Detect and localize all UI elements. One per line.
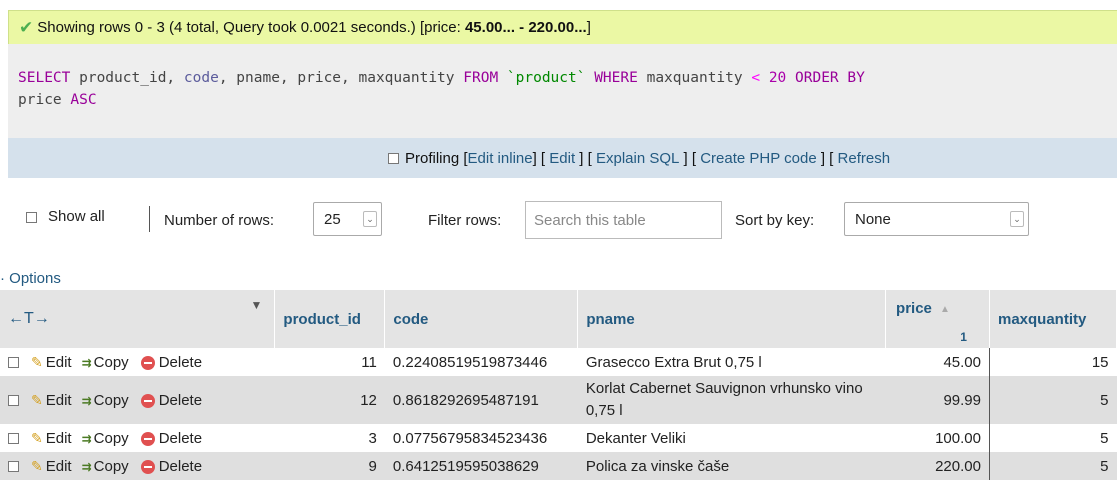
cell-maxquantity[interactable]: 5	[989, 452, 1117, 480]
header-pname[interactable]: pname	[577, 290, 887, 348]
edit-link[interactable]: Edit	[46, 458, 72, 475]
edit-link[interactable]: Edit	[46, 430, 72, 447]
table-row: ✎ Edit ⇉ Copy Delete 11 0.22408519519873446 …	[0, 348, 1117, 376]
delete-link[interactable]: Delete	[159, 392, 202, 409]
cell-code[interactable]: 0.07756795834523436	[384, 424, 578, 452]
number-of-rows-label: Number of rows:	[164, 212, 275, 229]
delete-icon	[140, 459, 155, 474]
profiling-checkbox[interactable]	[388, 152, 399, 164]
cell-product-id[interactable]: 3	[274, 424, 385, 452]
cell-code[interactable]: 0.6412519595038629	[384, 452, 578, 480]
table-row: ✎ Edit ⇉ Copy Delete 9 0.6412519595038629 Po…	[0, 452, 1117, 480]
success-message: ✔ Showing rows 0 - 3 (4 total, Query too…	[8, 10, 1117, 44]
cell-pname[interactable]: Korlat Cabernet Sauvignon vrhunsko vino …	[577, 376, 886, 424]
row-checkbox[interactable]	[8, 433, 19, 445]
create-php-code-link[interactable]: Create PHP code	[700, 150, 816, 167]
cell-product-id[interactable]: 11	[274, 348, 385, 376]
options-link[interactable]: · Options	[0, 270, 61, 287]
edit-link[interactable]: Edit	[46, 392, 72, 409]
message-text: Showing rows 0 - 3 (4 total, Query took …	[37, 19, 591, 36]
cell-pname[interactable]: Grasecco Extra Brut 0,75 l	[577, 348, 886, 376]
sort-index: 1	[960, 330, 967, 344]
row-checkbox[interactable]	[8, 357, 19, 369]
number-of-rows-select[interactable]: 25 ⌄	[313, 202, 382, 236]
copy-link[interactable]: Copy	[94, 458, 129, 475]
delete-link[interactable]: Delete	[159, 458, 202, 475]
sort-by-key-select[interactable]: None ⌄	[844, 202, 1029, 236]
pencil-icon: ✎	[31, 429, 43, 446]
results-table: ←T→ ▼ product_id code pname price ▲ 1 ma…	[0, 290, 1117, 480]
copy-link[interactable]: Copy	[94, 392, 129, 409]
edit-link[interactable]: Edit	[549, 150, 575, 167]
show-all-checkbox[interactable]	[26, 212, 37, 223]
cell-code[interactable]: 0.22408519519873446	[384, 348, 578, 376]
header-product-id[interactable]: product_id	[274, 290, 386, 348]
navigation-row: Show all Number of rows: 25 ⌄ Filter row…	[0, 196, 1117, 246]
triangle-down-icon[interactable]: ▼	[251, 298, 263, 312]
delete-icon	[140, 393, 155, 408]
table-row: ✎ Edit ⇉ Copy Delete 3 0.07756795834523436 D…	[0, 424, 1117, 452]
header-price[interactable]: price ▲ 1	[885, 290, 990, 348]
cell-product-id[interactable]: 12	[274, 376, 385, 424]
edit-inline-link[interactable]: Edit inline	[468, 150, 533, 167]
row-checkbox[interactable]	[8, 395, 19, 407]
cell-price[interactable]: 100.00	[885, 424, 990, 452]
cell-pname[interactable]: Polica za vinske čaše	[577, 452, 886, 480]
delete-icon	[140, 355, 155, 370]
copy-icon: ⇉	[81, 355, 92, 370]
copy-link[interactable]: Copy	[94, 354, 129, 371]
copy-icon: ⇉	[81, 459, 92, 474]
cell-price[interactable]: 99.99	[885, 376, 990, 424]
copy-icon: ⇉	[81, 431, 92, 446]
pencil-icon: ✎	[31, 391, 43, 408]
chevron-down-icon: ⌄	[363, 211, 377, 227]
cell-pname[interactable]: Dekanter Veliki	[577, 424, 886, 452]
sort-by-key-label: Sort by key:	[735, 212, 815, 229]
copy-link[interactable]: Copy	[94, 430, 129, 447]
header-maxquantity[interactable]: maxquantity	[989, 290, 1117, 348]
copy-icon: ⇉	[81, 393, 92, 408]
pencil-icon: ✎	[31, 353, 43, 370]
delete-icon	[140, 431, 155, 446]
table-row: ✎ Edit ⇉ Copy Delete 12 0.8618292695487191 K…	[0, 376, 1117, 424]
sort-ascending-icon: ▲	[940, 304, 950, 315]
divider	[149, 206, 150, 232]
search-input[interactable]	[525, 201, 722, 239]
show-all-label: Show all	[48, 208, 105, 225]
sql-query-box: SELECT product_id, code, pname, price, m…	[8, 44, 1117, 138]
sql-actions-bar: Profiling [Edit inline] [ Edit ] [ Expla…	[8, 138, 1117, 178]
pencil-icon: ✎	[31, 457, 43, 474]
cell-price[interactable]: 220.00	[885, 452, 990, 480]
cell-maxquantity[interactable]: 5	[989, 376, 1117, 424]
cell-code[interactable]: 0.8618292695487191	[384, 376, 578, 424]
cell-price[interactable]: 45.00	[885, 348, 990, 376]
edit-link[interactable]: Edit	[46, 354, 72, 371]
refresh-link[interactable]: Refresh	[838, 150, 891, 167]
column-resize-icon[interactable]: ←T→	[8, 310, 50, 327]
check-icon: ✔	[19, 17, 34, 37]
column-controls-header: ←T→ ▼	[0, 290, 276, 348]
row-checkbox[interactable]	[8, 461, 19, 473]
filter-rows-label: Filter rows:	[428, 212, 502, 229]
delete-link[interactable]: Delete	[159, 354, 202, 371]
explain-sql-link[interactable]: Explain SQL	[596, 150, 679, 167]
cell-product-id[interactable]: 9	[274, 452, 385, 480]
profiling-label: Profiling	[405, 149, 460, 167]
cell-maxquantity[interactable]: 5	[989, 424, 1117, 452]
delete-link[interactable]: Delete	[159, 430, 202, 447]
header-code[interactable]: code	[384, 290, 579, 348]
chevron-down-icon: ⌄	[1010, 211, 1024, 227]
cell-maxquantity[interactable]: 15	[989, 348, 1117, 376]
